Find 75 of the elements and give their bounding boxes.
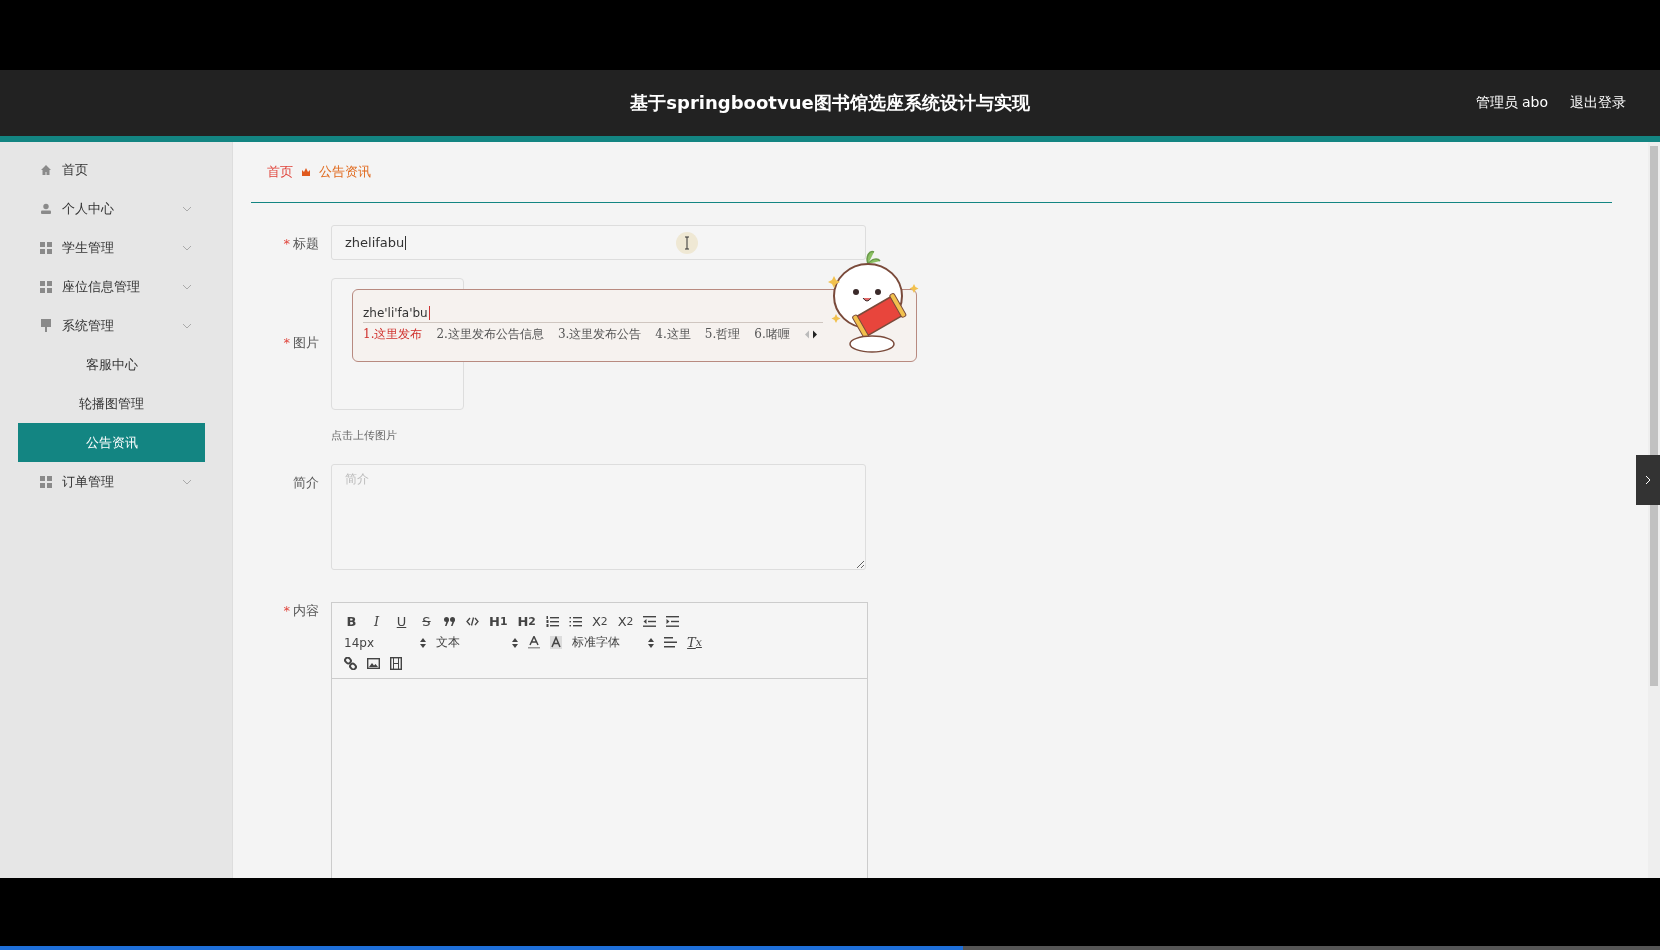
sidebar-item[interactable]: 个人中心	[0, 189, 232, 228]
highlight-color-icon[interactable]	[550, 636, 562, 649]
chevron-right-icon	[1645, 475, 1651, 485]
user-name: 管理员 abo	[1475, 94, 1548, 112]
sidebar-item[interactable]: 订单管理	[0, 462, 232, 501]
sidebar-subitem[interactable]: 轮播图管理	[18, 384, 205, 423]
image-icon[interactable]	[367, 658, 380, 669]
upload-hint: 点击上传图片	[331, 428, 398, 443]
ime-candidate[interactable]: 1.这里发布	[363, 326, 423, 343]
text-cursor-icon	[676, 232, 698, 254]
chevron-down-icon	[182, 283, 192, 290]
field-label: 简介	[293, 475, 319, 490]
app-title: 基于springbootvue图书馆选座系统设计与实现	[630, 91, 1030, 115]
numbered-list-icon[interactable]	[545, 616, 559, 627]
updown-arrows-icon	[420, 637, 426, 648]
pin-icon	[40, 319, 52, 332]
bullet-list-icon[interactable]	[568, 616, 582, 627]
toolbar-dropdown[interactable]: 14px	[344, 635, 426, 650]
quote-icon[interactable]	[444, 617, 456, 626]
strike-button[interactable]: S	[419, 612, 434, 631]
logout-link[interactable]: 退出登录	[1570, 94, 1626, 112]
toolbar-dropdown[interactable]: 文本	[436, 634, 518, 651]
ime-composition: zhe'li'fa'bu	[363, 306, 428, 320]
sidebar-subitem[interactable]: 公告资讯	[18, 423, 205, 462]
required-mark: *	[283, 236, 290, 251]
ime-candidate[interactable]: 6.啫喱	[754, 326, 790, 343]
ime-candidate[interactable]: 3.这里发布公告	[557, 326, 642, 343]
outdent-icon[interactable]	[643, 616, 657, 627]
italic-button[interactable]: I	[369, 612, 384, 631]
sidebar-item-label: 个人中心	[62, 199, 115, 218]
sidebar-item-label: 订单管理	[62, 472, 115, 491]
grid-icon	[40, 280, 52, 293]
field-label: 图片	[293, 335, 319, 350]
ime-candidate[interactable]: 5.哲理	[704, 326, 741, 343]
chevron-down-icon	[182, 478, 192, 485]
updown-arrows-icon	[512, 637, 518, 648]
sidebar-item[interactable]: 学生管理	[0, 228, 232, 267]
grid-icon	[40, 475, 52, 488]
required-mark: *	[283, 335, 290, 350]
grid-icon	[40, 241, 52, 254]
underline-button[interactable]: U	[394, 612, 409, 631]
indent-icon[interactable]	[666, 616, 680, 627]
sidebar-item-label: 座位信息管理	[62, 277, 141, 296]
updown-arrows-icon	[648, 637, 654, 648]
user-icon	[40, 202, 52, 215]
side-drawer-toggle[interactable]	[1636, 455, 1660, 505]
chevron-down-icon	[182, 322, 192, 329]
sidebar-item[interactable]: 首页	[0, 150, 232, 189]
font-color-icon[interactable]	[528, 636, 540, 649]
scrollbar[interactable]	[1648, 142, 1660, 878]
toolbar-dropdown[interactable]: 标准字体	[572, 634, 654, 651]
sidebar-item[interactable]: 座位信息管理	[0, 267, 232, 306]
chevron-down-icon	[182, 205, 192, 212]
field-label: 内容	[293, 603, 319, 618]
breadcrumb-link[interactable]: 首页	[267, 163, 293, 181]
bold-button[interactable]: B	[344, 612, 359, 631]
title-input-field[interactable]: zhelifabu	[331, 225, 866, 260]
sidebar-item[interactable]: 系统管理	[0, 306, 232, 345]
sidebar-item-label: 学生管理	[62, 238, 115, 257]
chevron-down-icon	[182, 244, 192, 251]
film-icon[interactable]	[390, 657, 402, 670]
align-left-icon[interactable]	[664, 637, 677, 648]
link-icon[interactable]	[344, 657, 357, 670]
sidebar-item-label: 首页	[62, 160, 89, 179]
ime-candidate[interactable]: 2.这里发布公告信息	[436, 326, 544, 343]
crown-icon	[301, 167, 311, 177]
field-label: 标题	[293, 236, 319, 251]
home-icon	[40, 163, 52, 176]
summary-textarea[interactable]: 简介	[331, 464, 866, 570]
required-mark: *	[283, 603, 290, 618]
code-icon[interactable]	[466, 617, 479, 626]
ime-candidate[interactable]: 4.这里	[655, 326, 691, 343]
sidebar-item-label: 系统管理	[62, 316, 115, 335]
sidebar-subitem[interactable]: 客服中心	[18, 345, 205, 384]
page-arrows-icon[interactable]	[803, 330, 818, 339]
